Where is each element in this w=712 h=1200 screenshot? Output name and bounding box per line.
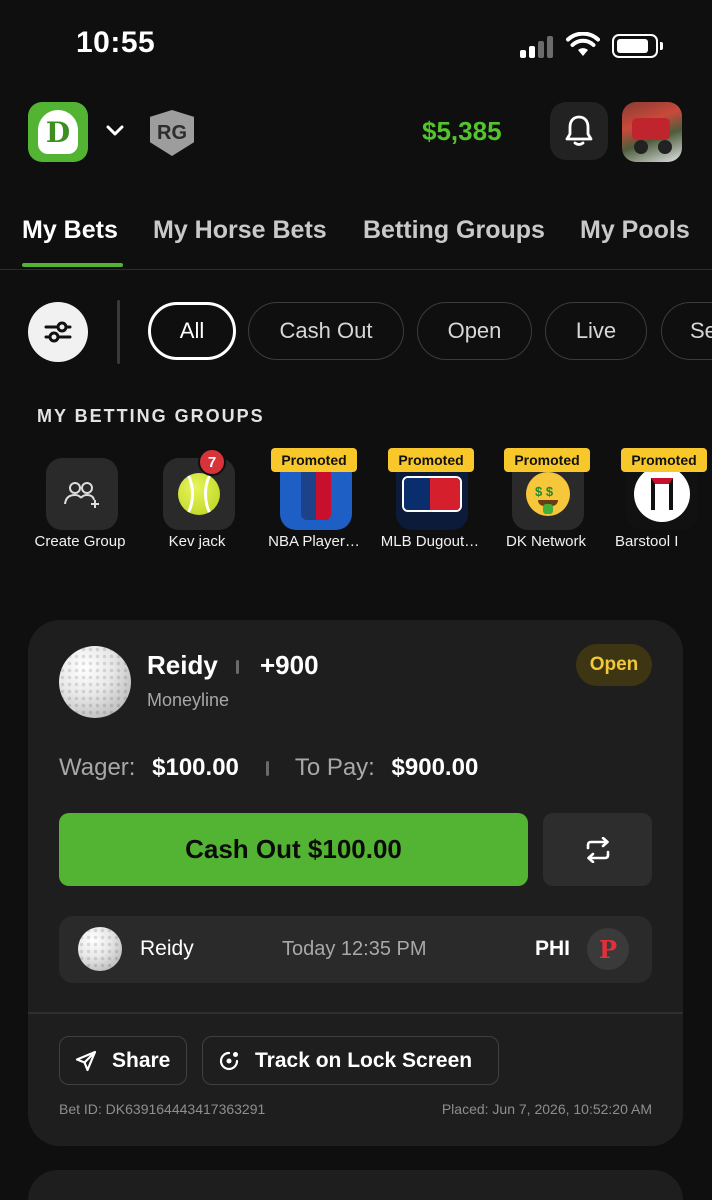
group-barstool[interactable]: Promoted Barstool I: [605, 448, 712, 558]
cash-out-button[interactable]: Cash Out $100.00: [59, 813, 528, 886]
filter-row: All Cash Out Open Live Se: [0, 300, 712, 364]
placed-timestamp: Placed: Jun 7, 2026, 10:52:20 AM: [441, 1101, 652, 1117]
battery-fill: [617, 39, 648, 53]
filter-settings-button[interactable]: [28, 302, 88, 362]
responsible-gaming-badge[interactable]: RG: [150, 110, 194, 156]
group-create[interactable]: Create Group: [22, 448, 138, 558]
bet-odds: +900: [260, 650, 319, 680]
tab-my-horse-bets[interactable]: My Horse Bets: [153, 216, 327, 245]
group-label: DK Network: [505, 533, 587, 550]
group-nba-player[interactable]: Promoted NBA Player…: [256, 448, 372, 558]
golf-ball-icon: [59, 646, 131, 718]
unread-count-badge: 7: [198, 448, 226, 476]
separator: [265, 761, 269, 777]
filter-chip-cash-out[interactable]: Cash Out: [248, 302, 404, 360]
profile-avatar[interactable]: [622, 102, 682, 162]
wager-amount: $100.00: [152, 754, 239, 781]
to-pay-amount: $900.00: [391, 754, 479, 781]
promoted-badge: Promoted: [621, 448, 707, 472]
share-label: Share: [112, 1048, 171, 1072]
golf-ball-icon: [78, 927, 122, 971]
wifi-icon: [566, 32, 600, 56]
group-kev-jack[interactable]: 7 Kev jack: [139, 448, 255, 558]
bell-icon: [565, 115, 593, 146]
tab-my-bets[interactable]: My Bets: [22, 216, 118, 245]
leg-team: PHI: [535, 937, 571, 960]
live-activity-icon: [219, 1051, 239, 1070]
active-tab-indicator: [22, 263, 123, 267]
next-bet-card[interactable]: [28, 1170, 683, 1200]
filter-chip-live[interactable]: Live: [545, 302, 647, 360]
tab-betting-groups[interactable]: Betting Groups: [363, 216, 545, 245]
cellular-signal-icon: [520, 36, 556, 58]
leg-time: Today 12:35 PM: [282, 938, 427, 960]
rebet-button[interactable]: [543, 813, 652, 886]
share-button[interactable]: Share: [59, 1036, 187, 1085]
status-time: 10:55: [76, 26, 156, 59]
send-icon: [75, 1050, 97, 1071]
group-label: Kev jack: [168, 533, 226, 550]
track-lock-screen-button[interactable]: Track on Lock Screen: [202, 1036, 499, 1085]
bet-id: Bet ID: DK639164443417363291: [59, 1101, 266, 1117]
add-users-icon: [64, 482, 99, 508]
battery-icon: [612, 34, 663, 58]
promoted-badge: Promoted: [388, 448, 474, 472]
app-header: D RG $5,385: [0, 100, 712, 164]
group-label: Create Group: [34, 533, 126, 550]
create-group-tile: [46, 458, 118, 530]
bets-tabs: My Bets My Horse Bets Betting Groups My …: [0, 212, 712, 270]
betting-groups-title: MY BETTING GROUPS: [37, 406, 265, 426]
draftkings-logo[interactable]: D: [28, 102, 88, 162]
wager-label: Wager:: [59, 754, 136, 781]
bet-selection: Reidy: [147, 650, 218, 680]
track-label: Track on Lock Screen: [255, 1048, 473, 1072]
repeat-icon: [586, 836, 609, 863]
group-mlb-dugout[interactable]: Promoted MLB Dugout…: [372, 448, 488, 558]
group-label: MLB Dugout…: [380, 533, 480, 550]
card-divider: [28, 1012, 683, 1014]
to-pay-label: To Pay:: [294, 754, 375, 781]
sliders-icon: [44, 321, 72, 343]
separator: [236, 660, 239, 674]
notifications-button[interactable]: [550, 102, 608, 160]
wager-row: Wager: $100.00 To Pay: $900.00: [59, 754, 478, 782]
filter-chip-settled[interactable]: Se: [661, 302, 712, 360]
status-bar: 10:55: [0, 0, 712, 92]
promoted-badge: Promoted: [504, 448, 590, 472]
group-dk-network[interactable]: Promoted $ $ DK Network: [488, 448, 604, 558]
phillies-logo-icon: P: [587, 928, 629, 970]
bet-market: Moneyline: [147, 690, 230, 710]
status-badge: Open: [576, 644, 652, 686]
tennis-ball-icon: [178, 473, 220, 515]
group-label: Barstool I: [615, 533, 679, 550]
filter-divider: [117, 300, 120, 364]
leg-name: Reidy: [140, 937, 194, 960]
logo-letter: D: [38, 110, 78, 154]
filter-chip-open[interactable]: Open: [417, 302, 532, 360]
account-balance[interactable]: $5,385: [422, 116, 502, 147]
promoted-badge: Promoted: [271, 448, 357, 472]
bet-card[interactable]: Reidy +900 Moneyline Open Wager: $100.00…: [28, 620, 683, 1146]
chevron-down-icon[interactable]: [104, 120, 126, 142]
bet-leg-row[interactable]: Reidy Today 12:35 PM PHI P: [59, 916, 652, 983]
tab-my-pools[interactable]: My Pools: [580, 216, 690, 245]
filter-chip-all[interactable]: All: [148, 302, 236, 360]
group-label: NBA Player…: [268, 533, 360, 550]
